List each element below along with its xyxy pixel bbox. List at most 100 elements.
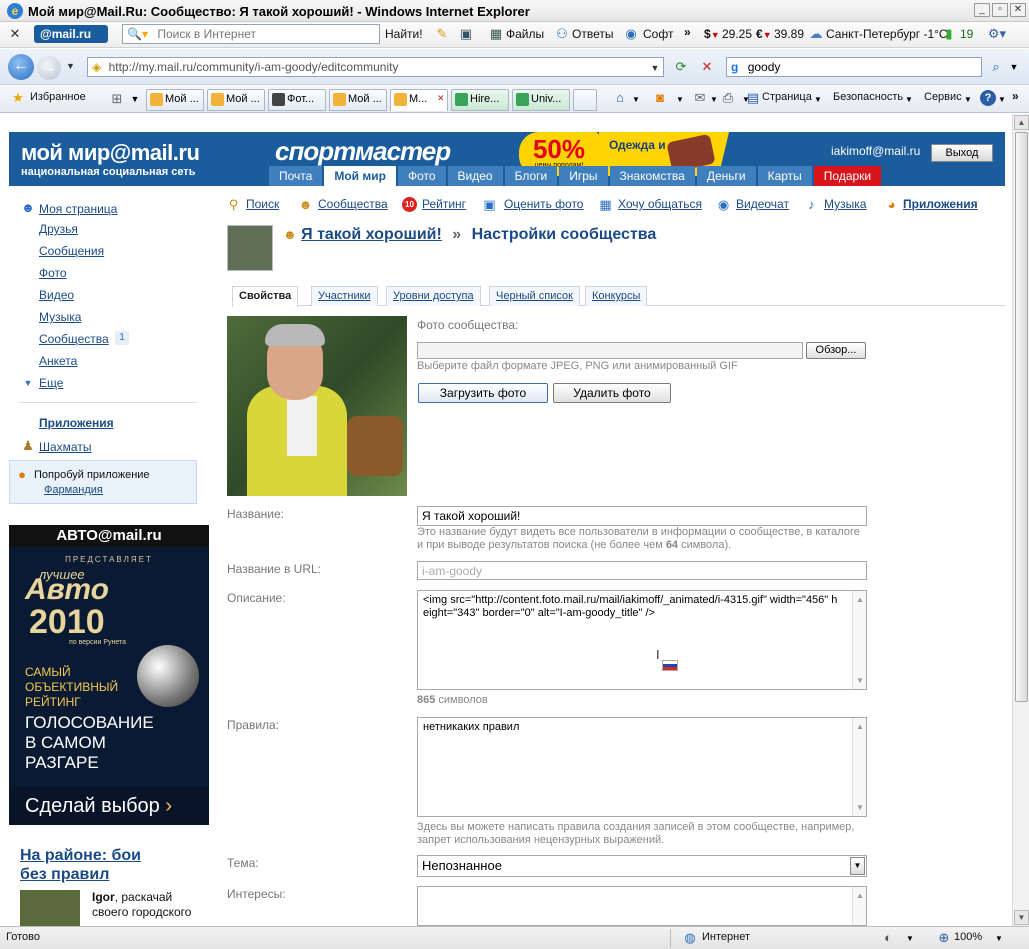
more-chevron-icon[interactable]: » — [684, 25, 691, 39]
raion-image[interactable] — [20, 890, 80, 926]
back-button[interactable]: ← — [8, 54, 34, 80]
browser-tab-1[interactable]: Мой ... — [146, 89, 204, 111]
page-scroll-up-icon[interactable]: ▲ — [1014, 115, 1029, 130]
nav-games[interactable]: Игры — [559, 166, 608, 186]
sidebar-item-messages[interactable]: Сообщения — [39, 244, 104, 258]
theme-select[interactable]: Непознанное ▼ — [417, 855, 867, 877]
nav-mail[interactable]: Почта — [269, 166, 323, 186]
weather-text[interactable]: Санкт-Петербург -1°С — [826, 27, 948, 41]
mail-icon[interactable]: ✉ — [692, 90, 708, 106]
tab-members[interactable]: Участники — [311, 286, 378, 306]
home-dropdown-icon[interactable]: ▼ — [632, 92, 640, 108]
name-input[interactable]: Я такой хороший! — [417, 506, 867, 526]
sidebar-item-video[interactable]: Видео — [39, 288, 74, 302]
close-toolbar-icon[interactable]: ✕ — [8, 26, 22, 42]
auto-mail-ad[interactable]: АВТО@mail.ru ПРЕДСТАВЛЯЕТ лучшее Авто 20… — [9, 525, 209, 825]
eur-rate[interactable]: 39.89 — [774, 27, 804, 41]
security-menu[interactable]: Безопасность — [833, 91, 903, 103]
page-scroll-down-icon[interactable]: ▼ — [1014, 910, 1029, 925]
sidebar-item-communities[interactable]: Сообщества — [39, 332, 109, 346]
browse-button[interactable]: Обзор... — [806, 342, 866, 359]
find-button[interactable]: Найти! — [385, 27, 423, 41]
sidebar-item-chess[interactable]: Шахматы — [39, 440, 91, 454]
traffic-count[interactable]: 19 — [960, 27, 973, 41]
interests-scrollbar[interactable]: ▲ — [852, 887, 866, 925]
nav-gifts[interactable]: Подарки — [813, 166, 882, 186]
mail-dropdown-icon[interactable]: ▼ — [710, 92, 718, 108]
raion-user[interactable]: Igor — [92, 890, 115, 904]
print-icon[interactable]: ⎙ — [720, 90, 736, 106]
protected-mode-dropdown-icon[interactable]: ▼ — [900, 931, 920, 947]
pen-icon[interactable]: ✎ — [434, 26, 450, 42]
tab-contests[interactable]: Конкурсы — [585, 286, 648, 306]
history-dropdown-icon[interactable]: ▼ — [66, 61, 75, 71]
search-go-icon[interactable]: ⌕ — [986, 59, 1006, 75]
raion-title[interactable]: На районе: бои без правил — [20, 846, 160, 884]
close-window-button[interactable]: ✕ — [1010, 3, 1026, 17]
browser-tab-2[interactable]: Мой ... — [207, 89, 265, 111]
topnav-communities[interactable]: Сообщества — [318, 197, 388, 211]
answers-button[interactable]: Ответы — [572, 27, 613, 41]
tab-access-levels[interactable]: Уровни доступа — [386, 286, 481, 306]
home-icon[interactable]: ⌂ — [612, 90, 628, 106]
rules-textarea[interactable]: нетникаких правил ▲ ▼ — [417, 717, 867, 817]
logout-button[interactable]: Выход — [931, 144, 993, 162]
soft-button[interactable]: Софт — [643, 27, 673, 41]
rss-dropdown-icon[interactable]: ▼ — [676, 92, 684, 108]
user-email[interactable]: iakimoff@mail.ru — [831, 144, 920, 158]
url-input[interactable]: i-am-goody — [417, 561, 867, 580]
toolbar-search-input[interactable]: 🔍▾ Поиск в Интернет — [122, 24, 380, 44]
sidebar-item-music[interactable]: Музыка — [39, 310, 81, 324]
zoom-icon[interactable]: ⊕ — [936, 930, 952, 946]
search-options-icon[interactable]: ▼ — [1008, 59, 1020, 75]
page-scrollbar[interactable]: ▲ ▼ — [1012, 114, 1029, 926]
mailru-logo-button[interactable]: @mail.ru — [34, 25, 108, 43]
promo-link[interactable]: Фармандия — [44, 484, 103, 496]
community-avatar[interactable] — [227, 225, 273, 271]
help-dropdown-icon[interactable]: ▼ — [998, 92, 1006, 108]
sidebar-item-profile[interactable]: Анкета — [39, 354, 77, 368]
nav-money[interactable]: Деньги — [696, 166, 756, 186]
site-logo[interactable]: мой мир@mail.ru — [21, 140, 200, 166]
description-scrollbar[interactable]: ▲ ▼ — [852, 591, 866, 689]
topnav-rate-photo[interactable]: Оценить фото — [504, 197, 583, 211]
minimize-button[interactable]: _ — [974, 3, 990, 17]
tools-icon[interactable]: ⚙▾ — [986, 26, 1008, 42]
page-menu[interactable]: Страница — [762, 91, 812, 103]
browser-tab-4[interactable]: Мой ... — [329, 89, 387, 111]
community-name-link[interactable]: Я такой хороший! — [301, 226, 442, 243]
files-icon[interactable]: ▦ — [488, 26, 504, 42]
protected-mode-icon[interactable]: ◐ — [880, 930, 896, 946]
quick-tabs-icon[interactable]: ⊞ — [108, 91, 126, 107]
zoom-dropdown-icon[interactable]: ▼ — [994, 931, 1004, 947]
address-input[interactable]: ◈ http://my.mail.ru/community/i-am-goody… — [87, 57, 664, 77]
nav-maps[interactable]: Карты — [757, 166, 812, 186]
nav-my-world[interactable]: Мой мир — [324, 166, 396, 186]
close-tab-icon[interactable]: ✕ — [437, 93, 445, 104]
page-icon[interactable]: ▣ — [458, 26, 474, 42]
interests-textarea[interactable]: ▲ — [417, 886, 867, 926]
nav-video[interactable]: Видео — [447, 166, 503, 186]
browser-tab-6[interactable]: Hire... — [451, 89, 509, 111]
help-icon[interactable]: ? — [980, 90, 996, 106]
upload-photo-button[interactable]: Загрузить фото — [418, 383, 548, 403]
topnav-videochat[interactable]: Видеочат — [736, 197, 789, 211]
forward-button[interactable]: → — [37, 56, 61, 80]
tab-blacklist[interactable]: Черный список — [489, 286, 580, 306]
browser-tab-7[interactable]: Univ... — [512, 89, 570, 111]
rules-scrollbar[interactable]: ▲ ▼ — [852, 718, 866, 816]
new-tab-button[interactable] — [573, 89, 597, 111]
sidebar-item-more[interactable]: Еще — [39, 376, 63, 390]
tab-list-icon[interactable]: ▼ — [130, 91, 140, 107]
page-scroll-thumb[interactable] — [1015, 132, 1028, 702]
favorites-star-icon[interactable]: ★ — [10, 90, 26, 106]
nav-photo[interactable]: Фото — [397, 166, 446, 186]
toolbar-more-icon[interactable]: » — [1012, 89, 1019, 103]
topnav-search[interactable]: Поиск — [246, 197, 279, 211]
security-zone[interactable]: Интернет — [702, 931, 750, 943]
sidebar-item-photo[interactable]: Фото — [39, 266, 67, 280]
service-menu[interactable]: Сервис — [924, 91, 962, 103]
rss-icon[interactable]: ◙ — [652, 90, 668, 106]
description-textarea[interactable]: <img src="http://content.foto.mail.ru/ma… — [417, 590, 867, 690]
usd-rate[interactable]: 29.25 — [722, 27, 752, 41]
